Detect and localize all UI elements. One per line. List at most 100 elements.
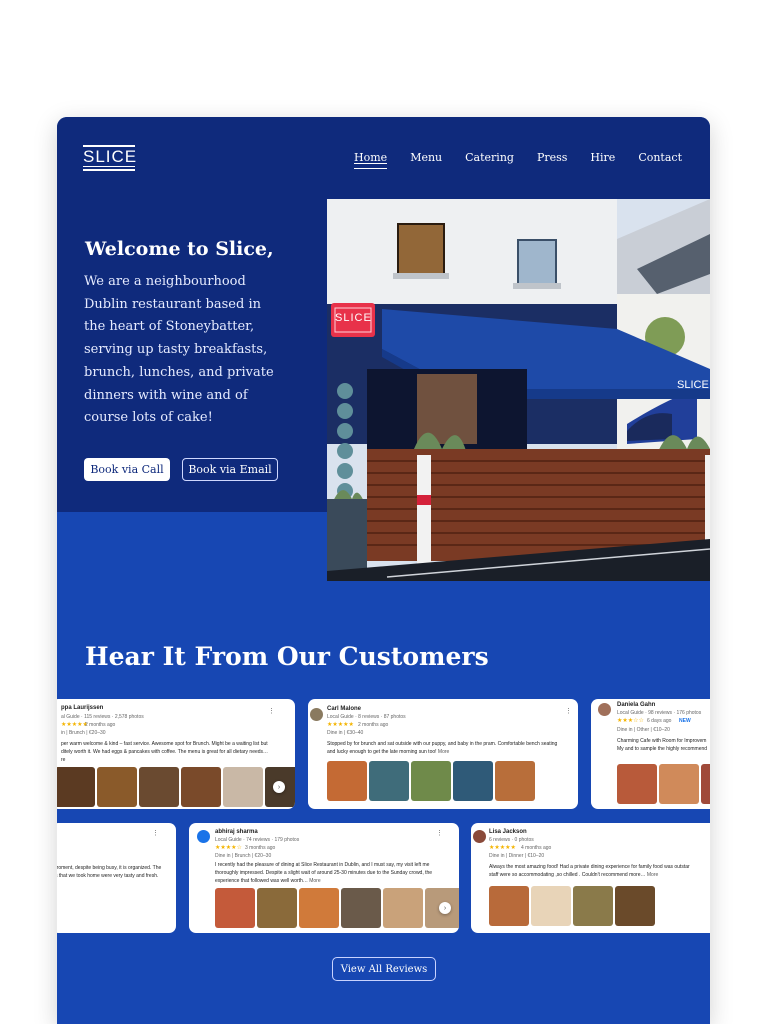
review-photos [57,767,295,807]
nav-hire[interactable]: Hire [590,151,615,164]
review-photo[interactable] [181,767,221,807]
review-text: I recently had the pleasure of dining at… [215,862,433,884]
review-photo[interactable] [215,888,255,928]
reviewer-meta: al Guide · 115 reviews · 2,578 photos [61,714,144,720]
intro-line: course lots of cake! [84,410,213,426]
review-tags: Dine in | Other | €10–20 [617,727,670,733]
star-rating: ★★★★☆ [215,845,242,851]
review-photo[interactable] [615,886,655,926]
review-text: Always the most amazing food! Had a priv… [489,864,690,878]
avatar [598,703,611,716]
review-photo[interactable] [531,886,571,926]
review-photo[interactable] [257,888,297,928]
review-card[interactable]: Carl Malone ⋮ Local Guide · 8 reviews · … [308,699,578,809]
reviewer-meta: 6 reviews · 0 photos [489,837,534,843]
reviewer-name: abhiraj sharma [215,829,258,835]
intro-line: serving up tasty breakfasts, [84,342,268,358]
review-tags: Dine in | Brunch | €20–30 [215,853,272,859]
wall-sign-text: SLICE [677,379,709,391]
star-rating: ★★★☆☆ [617,718,644,724]
restaurant-illustration [327,199,710,581]
reviewer-name: Lisa Jackson [489,829,527,835]
reviewer-name: ppa Laurijssen [61,705,104,711]
more-options-icon[interactable]: ⋮ [152,829,159,837]
more-link[interactable]: More [647,872,658,878]
page-frame: SLICE Home Menu Catering Press Hire Cont… [57,117,710,1024]
hero-heading: Welcome to Slice, [85,238,274,260]
review-photo[interactable] [341,888,381,928]
nav-press[interactable]: Press [537,151,567,164]
review-text: Stopped by for brunch and sat outside wi… [327,741,558,755]
main-nav: Home Menu Catering Press Hire Contact [354,151,682,169]
review-photo[interactable] [659,764,699,804]
review-card[interactable]: ⋮ rroment, despite being busy, it is org… [57,823,176,933]
review-photo[interactable] [223,767,263,807]
review-photo[interactable] [617,764,657,804]
avatar [473,830,486,843]
more-link[interactable]: More [438,749,449,755]
reviews-title: Hear It From Our Customers [85,642,489,671]
review-time: 2 months ago [358,722,389,728]
review-time: 6 days ago [647,718,672,724]
more-options-icon[interactable]: ⋮ [268,707,275,715]
review-time: 2 months ago [85,722,116,728]
review-photos [489,886,655,926]
review-tags: in | Brunch | €20–30 [61,730,106,736]
slice-sign-text: SLICE [335,312,372,324]
nav-contact[interactable]: Contact [638,151,682,164]
review-photo[interactable] [299,888,339,928]
review-tags: Dine in | €30–40 [327,730,364,736]
review-tags: Dine in | Dinner | €10–20 [489,853,545,859]
reviewer-name: Daniela Gahn [617,702,656,708]
restaurant-photo: SLICE SLICE [327,199,710,581]
review-time: 4 months ago [521,845,552,851]
logo-text: SLICE [83,146,138,166]
intro-line: brunch, lunches, and private [84,364,274,380]
review-card[interactable]: Lisa Jackson 6 reviews · 0 photos ★★★★★ … [471,823,710,933]
next-photo-arrow-icon[interactable]: › [273,781,285,793]
review-card[interactable]: abhiraj sharma ⋮ Local Guide · 74 review… [189,823,459,933]
reviewer-name: Carl Malone [327,706,362,712]
intro-line: dinners with wine and of [84,387,248,403]
next-photo-arrow-icon[interactable]: › [439,902,451,914]
review-card[interactable]: ppa Laurijssen ⋮ al Guide · 115 reviews … [57,699,295,809]
star-rating: ★★★★★ [61,722,88,728]
nav-menu[interactable]: Menu [410,151,442,164]
review-photo[interactable] [411,761,451,801]
review-photos [215,888,459,928]
review-text: per warm welcome & kind – fast service. … [61,741,269,763]
nav-home[interactable]: Home [354,151,388,169]
more-link[interactable]: More [309,878,320,884]
more-options-icon[interactable]: ⋮ [436,829,443,837]
more-options-icon[interactable]: ⋮ [565,707,572,715]
review-photos [327,761,535,801]
review-photo[interactable] [57,767,95,807]
review-photo[interactable] [139,767,179,807]
intro-line: We are a neighbourhood [84,274,246,289]
avatar [197,830,210,843]
review-photo[interactable] [97,767,137,807]
review-photo[interactable] [701,764,710,804]
star-rating: ★★★★★ [489,845,516,851]
review-photo[interactable] [489,886,529,926]
review-photo[interactable] [327,761,367,801]
nav-catering[interactable]: Catering [465,151,514,164]
reviewer-meta: Local Guide · 74 reviews · 179 photos [215,837,300,843]
view-all-reviews-button[interactable]: View All Reviews [332,957,436,981]
review-photo[interactable] [383,888,423,928]
review-photos [617,764,710,804]
review-photo[interactable] [573,886,613,926]
review-photo[interactable] [369,761,409,801]
hero-intro: We are a neighbourhood Dublin restaurant… [84,271,284,430]
avatar [310,708,323,721]
review-photo[interactable] [453,761,493,801]
book-via-call-button[interactable]: Book via Call [84,458,170,481]
reviewer-meta: Local Guide · 8 reviews · 87 photos [327,714,406,720]
review-time: 3 months ago [245,845,276,851]
review-card[interactable]: Daniela Gahn Local Guide · 98 reviews · … [591,699,710,809]
book-via-email-button[interactable]: Book via Email [182,458,278,481]
review-photo[interactable] [495,761,535,801]
reviewer-meta: Local Guide · 98 reviews · 176 photos [617,710,702,716]
star-rating: ★★★★★ [327,722,354,728]
slice-logo[interactable]: SLICE [83,143,138,171]
